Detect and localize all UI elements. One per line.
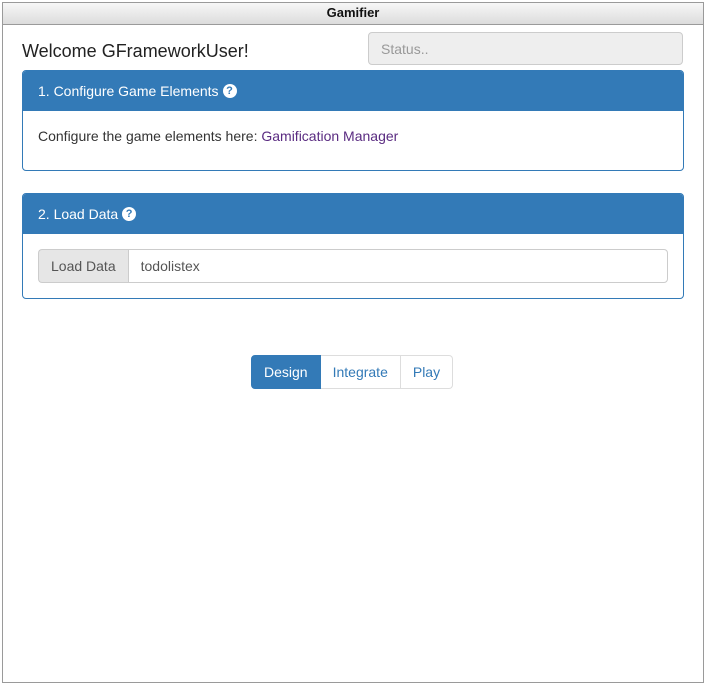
welcome-message: Welcome GFrameworkUser! <box>22 41 249 61</box>
status-input[interactable] <box>368 32 683 65</box>
tab-integrate[interactable]: Integrate <box>320 355 401 389</box>
load-data-addon-label: Load Data <box>38 249 128 283</box>
panel-heading: 1. Configure Game Elements ? <box>23 71 683 111</box>
gamification-manager-link[interactable]: Gamification Manager <box>261 128 398 144</box>
configure-game-elements-panel: 1. Configure Game Elements ? Configure t… <box>22 70 684 171</box>
window-title: Gamifier <box>3 3 703 25</box>
panel-body: Configure the game elements here: Gamifi… <box>23 111 683 170</box>
load-data-input[interactable] <box>127 249 668 283</box>
configure-description: Configure the game elements here: <box>38 128 262 144</box>
panel-title: 1. Configure Game Elements <box>38 83 219 99</box>
help-icon[interactable]: ? <box>222 84 237 98</box>
load-data-panel: 2. Load Data ? Load Data <box>22 193 684 299</box>
tab-design[interactable]: Design <box>251 355 321 389</box>
panel-heading: 2. Load Data ? <box>23 194 683 234</box>
panel-body: Load Data <box>23 234 683 298</box>
mode-tabs: Design Integrate Play <box>251 355 454 389</box>
help-icon[interactable]: ? <box>122 207 137 221</box>
app-window: Gamifier Welcome GFrameworkUser! 1. Conf… <box>2 2 704 683</box>
load-data-input-group: Load Data <box>38 249 668 283</box>
tab-play[interactable]: Play <box>400 355 454 389</box>
panel-title: 2. Load Data <box>38 206 119 222</box>
